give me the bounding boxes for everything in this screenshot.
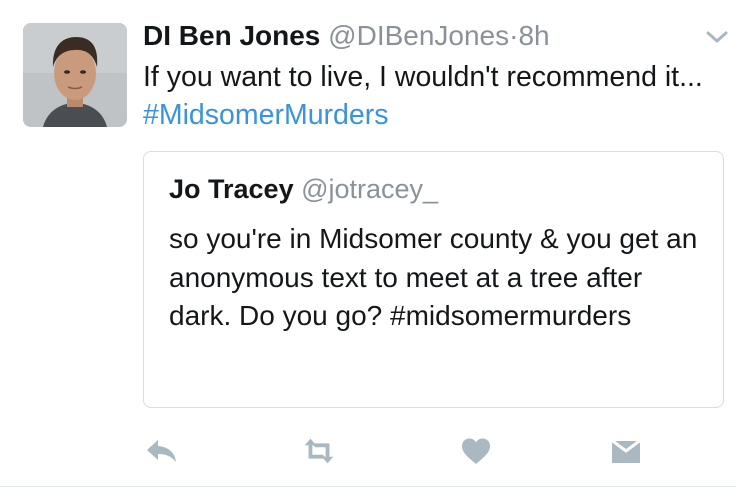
quoted-tweet[interactable]: Jo Tracey @jotracey_ so you're in Midsom… <box>143 151 724 408</box>
like-button[interactable] <box>457 432 495 470</box>
tweet-timestamp[interactable]: 8h <box>518 20 549 51</box>
tweet-header: DI Ben Jones @DIBenJones·8h <box>143 19 550 53</box>
author-handle[interactable]: @DIBenJones <box>328 20 509 51</box>
envelope-icon <box>609 437 643 463</box>
quoted-hashtag: #midsomermurders <box>390 300 632 331</box>
tweet-menu-button[interactable] <box>702 26 732 48</box>
author-display-name[interactable]: DI Ben Jones <box>143 20 320 51</box>
tweet-divider <box>0 486 736 487</box>
quoted-author-display-name: Jo Tracey <box>169 174 294 204</box>
direct-message-button[interactable] <box>607 432 645 470</box>
retweet-icon <box>304 438 334 464</box>
tweet-body: If you want to live, I wouldn't recommen… <box>143 61 703 93</box>
retweet-button[interactable] <box>300 432 338 470</box>
reply-icon <box>147 440 176 462</box>
heart-icon <box>462 438 490 464</box>
avatar[interactable] <box>23 23 127 127</box>
quoted-tweet-text: so you're in Midsomer county & you get a… <box>169 220 704 336</box>
avatar-photo <box>23 23 127 127</box>
quoted-tweet-header: Jo Tracey @jotracey_ <box>169 172 438 206</box>
chevron-down-icon <box>706 31 728 43</box>
reply-button[interactable] <box>143 432 181 470</box>
hashtag-link[interactable]: #MidsomerMurders <box>143 99 388 131</box>
tweet-text: If you want to live, I wouldn't recommen… <box>143 58 728 134</box>
quoted-author-handle: @jotracey_ <box>301 174 439 204</box>
